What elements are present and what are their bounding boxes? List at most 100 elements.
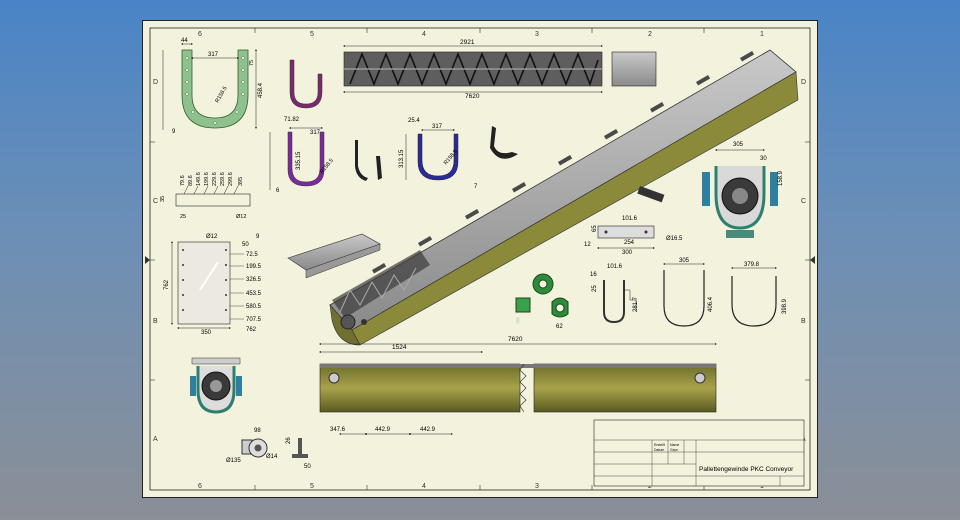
main-overall-dim: 7620 (508, 336, 523, 343)
hanger-dim-7: 299.6 (228, 172, 234, 186)
blue-trough-a-dim: 25.4 (408, 118, 420, 124)
title-field-4: Gepr. (670, 448, 679, 452)
main-d2-dim: 442.9 (375, 427, 391, 433)
main-d1-dim: 347.6 (330, 427, 346, 433)
purple-trough-view: 71.82 317 335.15 R158.5 6 (269, 117, 382, 194)
flat-bar-hole-dim: Ø16.5 (666, 236, 683, 242)
zone-row-b: B (153, 318, 158, 325)
main-section-dim: 1524 (392, 344, 407, 351)
hanger-c2-dim: 25 (180, 214, 186, 220)
plate-top-dim: 50 (242, 242, 249, 248)
zone-col-1: 1 (760, 31, 764, 38)
coupling-label: ░ (516, 317, 520, 324)
coupling-parts: ░ 62 (515, 273, 569, 330)
end-view-d-dim: 30 (760, 156, 767, 162)
end-view-lower (190, 357, 242, 414)
u-bolt-b-dim: 16 (590, 272, 597, 278)
trough-section-3d (287, 233, 381, 279)
hanger-dim-5: 229.6 (212, 172, 218, 186)
plate-station-3: 326.5 (246, 277, 262, 283)
plate-height-dim: 762 (164, 279, 170, 290)
flange-d-dim: 98 (254, 428, 261, 434)
flat-bar-t-dim: 12 (584, 242, 591, 248)
hanger-c1-dim: 35 (160, 196, 166, 202)
zone-col-2: 2 (648, 31, 652, 38)
drawing-title: Pallettengewinde PKC Conveyor (699, 466, 794, 473)
zone-col-4-bottom: 4 (422, 483, 426, 490)
blue-trough-h-dim: 313.15 (399, 149, 405, 168)
main-d3-dim: 442.9 (420, 427, 436, 433)
u-bolt-c-dim: 281.7 (633, 296, 639, 312)
screw-length-dim: 2921 (460, 39, 475, 46)
flange-hole-dim: Ø14 (266, 454, 278, 460)
zone-row-d: D (153, 79, 158, 86)
zone-col-6-bottom: 6 (198, 483, 202, 490)
end-view-upper: 305 30 158.9 (702, 142, 784, 238)
foot-w-dim: 50 (304, 464, 311, 470)
flange-and-foot-views: 98 Ø135 Ø14 50 26 (226, 428, 311, 470)
blue-trough-foot-dim: 7 (474, 184, 478, 190)
zone-col-6: 6 (198, 31, 202, 38)
u-bolt-d-dim: 25 (592, 285, 598, 292)
zone-row-c-right: C (801, 198, 806, 205)
u-trough-height-dim: 458.4 (258, 82, 264, 98)
plate-hole-dim: Ø12 (206, 234, 218, 240)
hanger-bracket-view: 79.6 89.6 149.6 199.6 229.6 259.6 299.6 … (160, 172, 251, 220)
liner1-w-dim: 305 (679, 258, 690, 264)
u-bolt-view: 101.6 16 281.7 25 (590, 264, 639, 324)
zone-col-4: 4 (422, 31, 426, 38)
foot-h-dim: 26 (286, 437, 292, 444)
zone-col-3-bottom: 3 (535, 483, 539, 490)
flange-pcd-dim: Ø135 (226, 458, 241, 464)
u-trough-bolt-dim: 9 (172, 129, 176, 135)
u-trough-radius-dim: R158.5 (215, 86, 229, 104)
blue-trough-view: 25.4 317 313.15 R158.5 7 (399, 118, 518, 190)
liner2-w-dim: 379.8 (744, 262, 760, 268)
hanger-dim-2: 89.6 (188, 175, 194, 186)
u-bolt-a-dim: 101.6 (607, 264, 623, 270)
liner-views: 305 406.4 379.8 398.9 (663, 258, 788, 327)
plate-width-dim: 350 (201, 330, 212, 336)
technical-drawing: 6 5 4 3 2 1 6 5 4 3 2 1 D C B A D C B A (145, 27, 815, 491)
blue-trough-b-dim: 317 (432, 124, 443, 130)
title-block: Erstellt Datum Name Gepr. Pallettengewin… (593, 419, 805, 487)
flat-bar-h-dim: 65 (592, 225, 598, 232)
purple-trough-h-dim: 335.15 (296, 151, 302, 170)
main-side-view: 7620 1524 347.6 442.9 442.9 (319, 336, 717, 435)
plate-view: Ø12 50 9 72.5 199.5 326.5 453.5 580.5 70… (164, 234, 262, 336)
flat-bar-c-dim: 300 (622, 250, 633, 256)
zone-col-5-bottom: 5 (310, 483, 314, 490)
plate-station-1: 72.5 (246, 252, 258, 258)
u-trough-green-view: 44 317 R158.5 458.4 75 9 (162, 38, 264, 135)
flat-bar-a-dim: 101.6 (622, 216, 638, 222)
liner2-h-dim: 398.9 (782, 298, 788, 314)
purple-trough-a-dim: 71.82 (284, 117, 300, 123)
zone-row-d-right: D (801, 79, 806, 86)
zone-row-b-right: B (801, 318, 806, 325)
clamp-dim: 62 (556, 324, 563, 330)
zone-col-3: 3 (535, 31, 539, 38)
plate-station-2: 199.5 (246, 264, 262, 270)
plate-station-6: 707.5 (246, 317, 262, 323)
plate-side-dim: 9 (256, 234, 260, 240)
liner1-h-dim: 406.4 (708, 296, 714, 312)
flange-profile-view (289, 59, 323, 109)
u-trough-inner-dim: 317 (208, 52, 219, 58)
end-view-h-dim: 158.9 (778, 170, 784, 186)
zone-col-5: 5 (310, 31, 314, 38)
purple-trough-foot-dim: 6 (276, 188, 280, 194)
screw-overall-dim: 7620 (465, 93, 480, 100)
end-view-w-dim: 305 (733, 142, 744, 148)
title-field-1: Erstellt (654, 443, 665, 447)
title-field-2: Datum (654, 448, 664, 452)
plate-station-5: 580.5 (246, 304, 262, 310)
hanger-dim-4: 199.6 (204, 172, 210, 186)
hanger-dim-6: 259.6 (220, 172, 226, 186)
zone-row-a: A (153, 436, 158, 443)
plate-station-7: 762 (246, 327, 257, 333)
hanger-dim-8: 395 (238, 177, 244, 186)
u-trough-width-dim: 44 (181, 38, 188, 44)
flat-bar-b-dim: 254 (624, 240, 635, 246)
hanger-dim-3: 149.6 (196, 172, 202, 186)
hanger-hole-dim: Ø12 (236, 214, 246, 220)
